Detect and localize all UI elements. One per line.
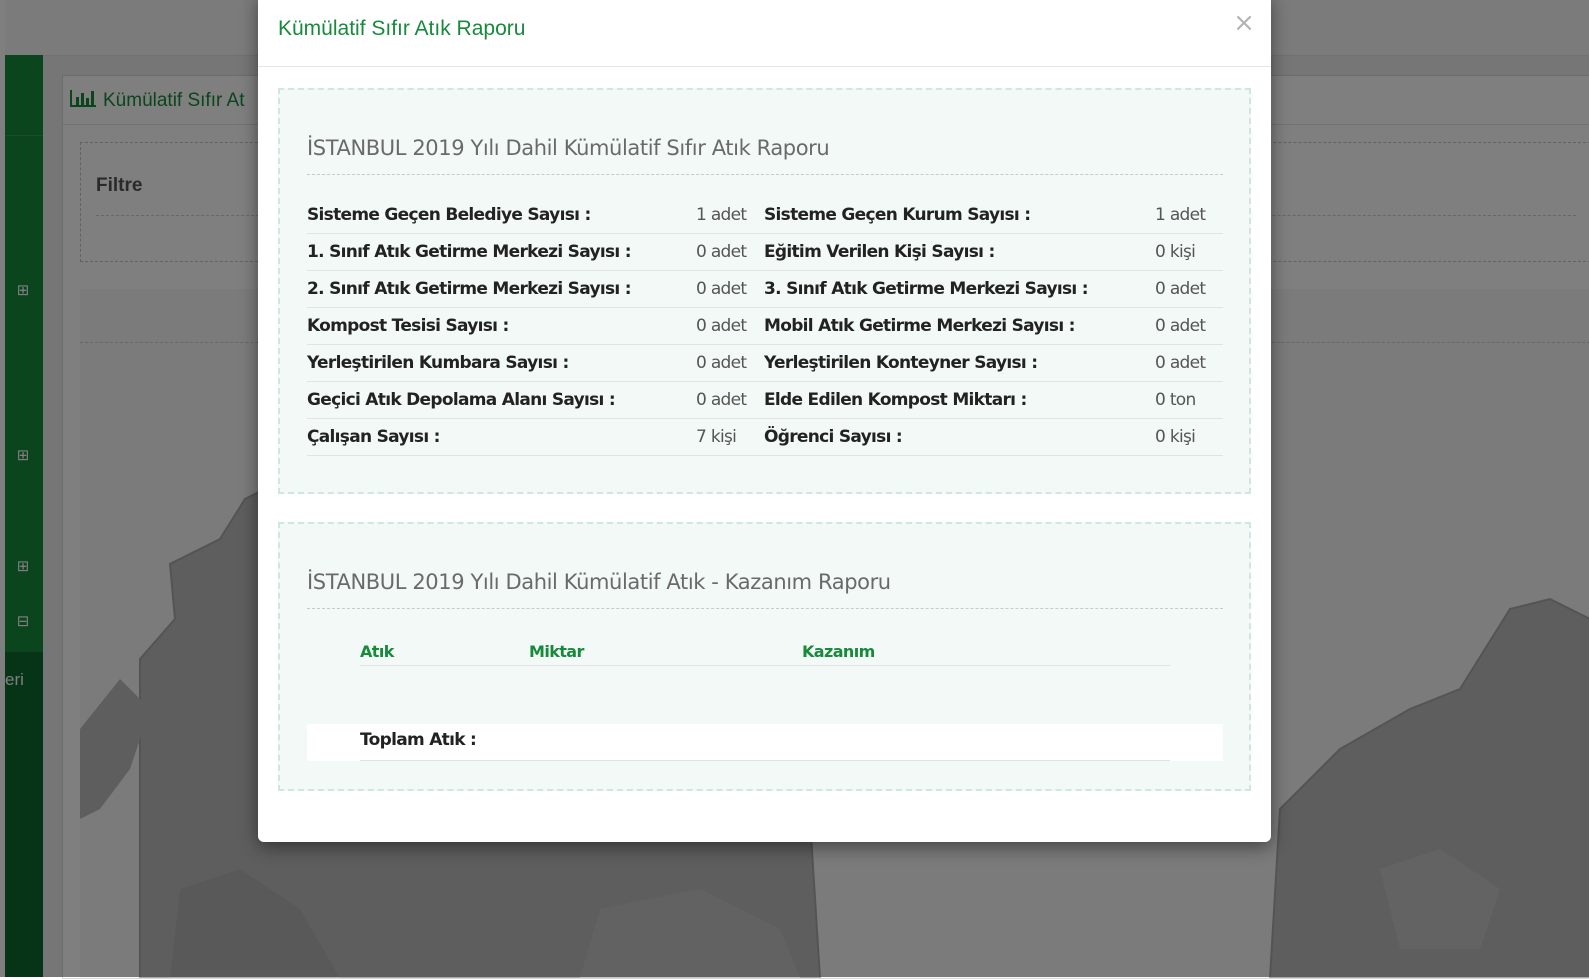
stat-value: 0 adet bbox=[1155, 270, 1223, 308]
column-header-amount: Miktar bbox=[529, 637, 802, 666]
stat-label: 3. Sınıf Atık Getirme Merkezi Sayısı : bbox=[764, 270, 1155, 308]
report-modal: Kümülatif Sıfır Atık Raporu × İSTANBUL 2… bbox=[258, 0, 1271, 842]
stat-label: Yerleştirilen Konteyner Sayısı : bbox=[764, 344, 1155, 382]
stat-label: Mobil Atık Getirme Merkezi Sayısı : bbox=[764, 307, 1155, 345]
stat-value: 1 adet bbox=[1155, 197, 1223, 234]
stat-value: 0 kişi bbox=[1155, 418, 1223, 456]
stat-label: Kompost Tesisi Sayısı : bbox=[307, 307, 696, 345]
table-row: Çalışan Sayısı :7 kişi Öğrenci Sayısı :0 … bbox=[307, 418, 1223, 456]
stat-label: Çalışan Sayısı : bbox=[307, 418, 696, 456]
table-row: 2. Sınıf Atık Getirme Merkezi Sayısı :0 … bbox=[307, 270, 1223, 308]
report-title: İSTANBUL 2019 Yılı Dahil Kümülatif Atık … bbox=[307, 570, 891, 594]
close-icon[interactable]: × bbox=[1233, 10, 1255, 36]
stat-value: 1 adet bbox=[696, 197, 764, 234]
stat-label: Geçici Atık Depolama Alanı Sayısı : bbox=[307, 381, 696, 419]
stat-label: Elde Edilen Kompost Miktarı : bbox=[764, 381, 1155, 419]
modal-title: Kümülatif Sıfır Atık Raporu bbox=[278, 17, 526, 40]
stat-value: 0 adet bbox=[696, 233, 764, 271]
column-header-waste: Atık bbox=[360, 637, 529, 666]
modal-header: Kümülatif Sıfır Atık Raporu × bbox=[258, 0, 1271, 67]
column-header-gain: Kazanım bbox=[802, 637, 1170, 666]
stat-value: 0 adet bbox=[1155, 344, 1223, 382]
stat-value: 0 adet bbox=[696, 344, 764, 382]
table-row: Sisteme Geçen Belediye Sayısı :1 adet Sis… bbox=[307, 197, 1223, 234]
table-header-row: Atık Miktar Kazanım bbox=[360, 637, 1170, 666]
table-row: Kompost Tesisi Sayısı :0 adet Mobil Atık … bbox=[307, 307, 1223, 345]
stat-label: Yerleştirilen Kumbara Sayısı : bbox=[307, 344, 696, 382]
stat-value: 7 kişi bbox=[696, 418, 764, 456]
stat-value: 0 kişi bbox=[1155, 233, 1223, 271]
divider bbox=[307, 174, 1223, 175]
report-title: İSTANBUL 2019 Yılı Dahil Kümülatif Sıfır… bbox=[307, 136, 830, 160]
waste-table: Atık Miktar Kazanım bbox=[360, 637, 1170, 666]
stat-label: Eğitim Verilen Kişi Sayısı : bbox=[764, 233, 1155, 271]
table-row: 1. Sınıf Atık Getirme Merkezi Sayısı :0 … bbox=[307, 233, 1223, 271]
total-row: Toplam Atık : bbox=[307, 724, 1223, 761]
stat-value: 0 ton bbox=[1155, 381, 1223, 419]
total-waste-label: Toplam Atık : bbox=[360, 730, 477, 750]
table-row: Yerleştirilen Kumbara Sayısı :0 adet Yerl… bbox=[307, 344, 1223, 382]
zero-waste-report: İSTANBUL 2019 Yılı Dahil Kümülatif Sıfır… bbox=[278, 88, 1251, 494]
stat-label: 2. Sınıf Atık Getirme Merkezi Sayısı : bbox=[307, 270, 696, 308]
stat-label: Öğrenci Sayısı : bbox=[764, 418, 1155, 456]
stat-value: 0 adet bbox=[696, 270, 764, 308]
table-row: Geçici Atık Depolama Alanı Sayısı :0 ade… bbox=[307, 381, 1223, 419]
stat-value: 0 adet bbox=[1155, 307, 1223, 345]
divider bbox=[360, 760, 1170, 761]
stat-label: Sisteme Geçen Belediye Sayısı : bbox=[307, 197, 696, 234]
stat-value: 0 adet bbox=[696, 381, 764, 419]
stat-label: Sisteme Geçen Kurum Sayısı : bbox=[764, 197, 1155, 234]
stat-label: 1. Sınıf Atık Getirme Merkezi Sayısı : bbox=[307, 233, 696, 271]
stat-value: 0 adet bbox=[696, 307, 764, 345]
waste-gain-report: İSTANBUL 2019 Yılı Dahil Kümülatif Atık … bbox=[278, 522, 1251, 791]
stats-table: Sisteme Geçen Belediye Sayısı :1 adet Sis… bbox=[307, 197, 1223, 456]
divider bbox=[307, 608, 1223, 609]
